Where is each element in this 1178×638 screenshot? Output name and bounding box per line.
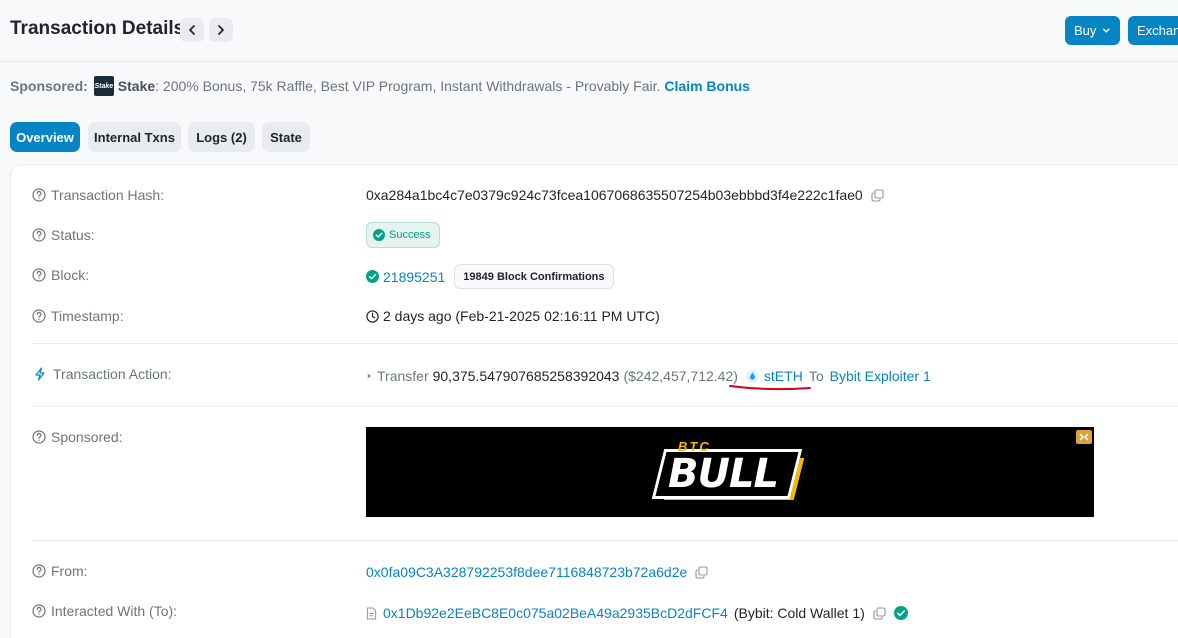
help-icon[interactable] (32, 228, 46, 242)
tab-logs[interactable]: Logs (2) (188, 122, 255, 152)
to-address-name: (Bybit: Cold Wallet 1) (733, 605, 865, 621)
from-row: 0x0fa09C3A328792253f8dee7116848723b72a6d… (366, 564, 708, 580)
tab-overview[interactable]: Overview (10, 122, 80, 152)
exchange-button-label: Exchan (1137, 23, 1178, 38)
help-icon[interactable] (32, 604, 46, 618)
page-title: Transaction Details (10, 18, 185, 39)
status-badge: Success (366, 222, 440, 248)
caret-right-icon (367, 373, 372, 379)
copy-icon[interactable] (873, 606, 886, 620)
section-divider (32, 406, 1178, 407)
block-number-link[interactable]: 21895251 (383, 269, 445, 285)
hash-row: 0xa284a1bc4c7e0379c924c73fcea10670686355… (366, 187, 884, 203)
check-circle-icon (366, 270, 379, 283)
stake-logo-text: Stake (94, 82, 114, 90)
hash-label-row: Transaction Hash: (32, 187, 164, 203)
block-label-row: Block: (32, 267, 89, 283)
status-label-row: Status: (32, 227, 95, 243)
clock-icon (366, 309, 379, 323)
lightning-icon (35, 367, 45, 381)
to-label: Interacted With (To): (51, 603, 178, 619)
sponsored-label-row: Sponsored: (32, 429, 123, 445)
copy-icon[interactable] (871, 188, 884, 202)
ad-logo-main-text: BULL (668, 451, 779, 497)
action-label-row: Transaction Action: (32, 366, 172, 382)
chevron-down-icon (1103, 28, 1110, 33)
confirmations-badge: 19849 Block Confirmations (454, 264, 614, 289)
prev-button[interactable] (180, 18, 204, 42)
annotation-underline (728, 385, 811, 391)
exchange-button[interactable]: Exchan (1128, 16, 1178, 45)
help-icon[interactable] (32, 188, 46, 202)
action-verb: Transfer (377, 368, 429, 384)
timestamp-value: 2 days ago (Feb-21-2025 02:16:11 PM UTC) (383, 308, 660, 324)
status-row: Success (366, 222, 440, 248)
next-button[interactable] (209, 18, 233, 42)
block-label: Block: (51, 267, 90, 283)
section-divider (32, 343, 1178, 344)
stake-logo: Stake (93, 76, 114, 96)
sponsor-text: : 200% Bonus, 75k Raffle, Best VIP Progr… (155, 78, 661, 94)
tab-internal-txns[interactable]: Internal Txns (88, 122, 181, 152)
block-row: 21895251 19849 Block Confirmations (366, 264, 614, 289)
status-label: Status: (51, 227, 95, 243)
sponsor-label: Sponsored: (10, 78, 88, 94)
sponsored-label: Sponsored: (51, 429, 123, 445)
timestamp-row: 2 days ago (Feb-21-2025 02:16:11 PM UTC) (366, 308, 660, 324)
copy-icon[interactable] (695, 565, 708, 579)
from-address-link[interactable]: 0x0fa09C3A328792253f8dee7116848723b72a6d… (366, 564, 687, 580)
verified-check-icon (893, 606, 908, 620)
from-label: From: (51, 563, 88, 579)
timestamp-label-row: Timestamp: (32, 308, 124, 324)
claim-bonus-link[interactable]: Claim Bonus (664, 78, 750, 94)
sponsor-line: Sponsored: Stake Stake : 200% Bonus, 75k… (10, 76, 750, 96)
help-icon[interactable] (32, 430, 46, 444)
buy-button[interactable]: Buy (1065, 16, 1120, 45)
action-to-word: To (808, 368, 824, 384)
ad-close-icon[interactable] (1076, 430, 1092, 444)
to-row: 0x1Db92e2EeBC8E0c075a02BeA49a2935BcD2dFC… (366, 605, 908, 621)
status-text: Success (389, 229, 431, 241)
hash-label: Transaction Hash: (51, 187, 165, 203)
help-icon[interactable] (32, 309, 46, 323)
timestamp-label: Timestamp: (51, 308, 124, 324)
recipient-link[interactable]: Bybit Exploiter 1 (830, 368, 931, 384)
to-address-link[interactable]: 0x1Db92e2EeBC8E0c075a02BeA49a2935BcD2dFC… (383, 605, 728, 621)
tab-state[interactable]: State (262, 122, 310, 152)
chevron-right-icon (218, 25, 224, 35)
ad-banner[interactable]: BTC BULL (366, 427, 1094, 517)
from-label-row: From: (32, 563, 88, 579)
action-usd-value: ($242,457,712.42) (623, 368, 738, 384)
contract-file-icon (366, 606, 377, 620)
section-divider (32, 540, 1178, 541)
buy-button-label: Buy (1074, 23, 1097, 38)
header-divider (0, 61, 1178, 62)
to-label-row: Interacted With (To): (32, 603, 177, 619)
transaction-hash: 0xa284a1bc4c7e0379c924c73fcea10670686355… (366, 187, 863, 203)
action-label: Transaction Action: (53, 366, 172, 382)
action-amount: 90,375.547907685258392043 (432, 368, 620, 384)
help-icon[interactable] (32, 564, 46, 578)
token-name: stETH (763, 368, 803, 384)
chevron-left-icon (189, 25, 195, 35)
ad-logo: BTC BULL (651, 437, 808, 505)
check-circle-icon (373, 229, 385, 241)
sponsor-brand[interactable]: Stake (118, 78, 155, 94)
action-row: Transfer 90,375.547907685258392043 ($242… (366, 368, 931, 391)
steth-token-icon (745, 369, 759, 383)
help-icon[interactable] (32, 268, 46, 282)
token-link[interactable]: stETH (728, 368, 811, 391)
